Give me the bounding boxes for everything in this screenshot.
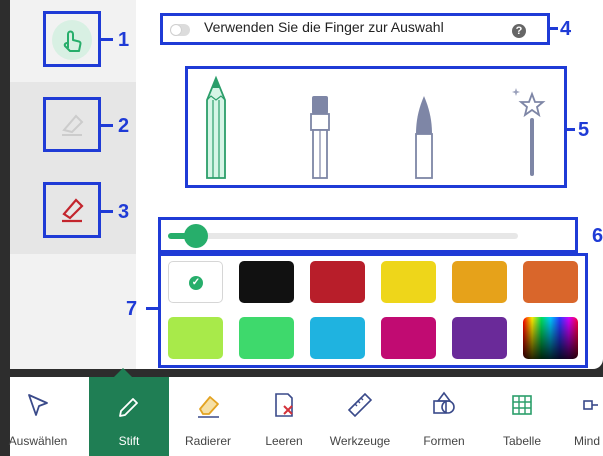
tool-eraser[interactable]: Radierer bbox=[170, 377, 246, 456]
pen-type-magic[interactable] bbox=[506, 84, 550, 180]
color-swatch[interactable]: ✓ bbox=[168, 261, 223, 303]
magic-wand-icon bbox=[512, 88, 546, 176]
eraser-icon bbox=[198, 396, 219, 418]
tool-shapes[interactable]: Formen bbox=[406, 377, 482, 456]
cursor-icon bbox=[28, 394, 48, 416]
color-swatch[interactable] bbox=[239, 261, 294, 303]
clear-icon bbox=[275, 393, 293, 417]
shapes-icon bbox=[433, 391, 455, 414]
annotation-line-1 bbox=[101, 38, 113, 41]
color-swatch[interactable] bbox=[310, 317, 365, 359]
tool-clear-label: Leeren bbox=[265, 434, 303, 448]
pen-type-brush[interactable] bbox=[404, 92, 444, 182]
tool-tools[interactable]: Werkzeuge bbox=[322, 377, 398, 456]
annotation-line-7 bbox=[146, 307, 158, 310]
table-icon bbox=[512, 395, 532, 415]
pencil-icon bbox=[206, 75, 226, 179]
tool-mindmap-label: Mind bbox=[574, 434, 601, 448]
tool-tools-label: Werkzeuge bbox=[329, 434, 391, 448]
color-swatch[interactable] bbox=[239, 317, 294, 359]
color-swatch[interactable] bbox=[452, 317, 507, 359]
tool-pen-label: Stift bbox=[118, 434, 140, 448]
color-swatch[interactable] bbox=[310, 261, 365, 303]
color-swatch[interactable] bbox=[452, 261, 507, 303]
annotation-line-3 bbox=[101, 210, 113, 213]
brush-pen-icon bbox=[415, 96, 433, 179]
tool-select[interactable]: Auswählen bbox=[0, 377, 76, 456]
annotation-number-5: 5 bbox=[578, 119, 590, 141]
color-swatch[interactable] bbox=[381, 317, 436, 359]
annotation-line-2 bbox=[101, 124, 113, 127]
pen-icon bbox=[119, 398, 138, 417]
toggle-knob bbox=[170, 24, 182, 36]
annotation-box-1 bbox=[43, 11, 101, 67]
tool-shapes-label: Formen bbox=[423, 434, 465, 448]
tool-pen[interactable]: Stift bbox=[89, 377, 169, 456]
thickness-slider-handle[interactable] bbox=[184, 224, 208, 248]
color-swatch[interactable] bbox=[523, 317, 578, 359]
selected-check-icon: ✓ bbox=[189, 276, 203, 290]
annotation-number-3: 3 bbox=[118, 201, 130, 223]
tool-clear[interactable]: Leeren bbox=[246, 377, 322, 456]
tool-table[interactable]: Tabelle bbox=[484, 377, 560, 456]
pen-type-marker[interactable] bbox=[300, 92, 340, 182]
color-swatch[interactable] bbox=[381, 261, 436, 303]
marker-pen-icon bbox=[310, 96, 330, 179]
tool-table-label: Tabelle bbox=[502, 434, 542, 448]
pen-type-pencil[interactable] bbox=[196, 74, 236, 182]
annotation-number-1: 1 bbox=[118, 29, 130, 51]
annotation-number-4: 4 bbox=[560, 18, 572, 40]
mindmap-icon bbox=[583, 400, 598, 410]
annotation-line-4 bbox=[550, 27, 558, 30]
tool-mindmap[interactable]: Mind bbox=[560, 377, 603, 456]
thickness-slider-track[interactable] bbox=[168, 233, 518, 239]
annotation-number-6: 6 bbox=[592, 225, 603, 247]
color-swatch[interactable] bbox=[523, 261, 578, 303]
help-icon[interactable]: ? bbox=[512, 24, 526, 38]
annotation-box-2 bbox=[43, 97, 101, 152]
color-swatch[interactable] bbox=[168, 317, 223, 359]
tool-select-label: Auswählen bbox=[8, 434, 68, 448]
tool-eraser-label: Radierer bbox=[184, 434, 232, 448]
annotation-number-2: 2 bbox=[118, 115, 130, 137]
annotation-number-7: 7 bbox=[126, 298, 138, 320]
annotation-line-5 bbox=[567, 128, 575, 131]
ruler-icon bbox=[347, 392, 373, 418]
annotation-box-3 bbox=[43, 182, 101, 238]
finger-select-label: Verwenden Sie die Finger zur Auswahl bbox=[204, 19, 444, 35]
